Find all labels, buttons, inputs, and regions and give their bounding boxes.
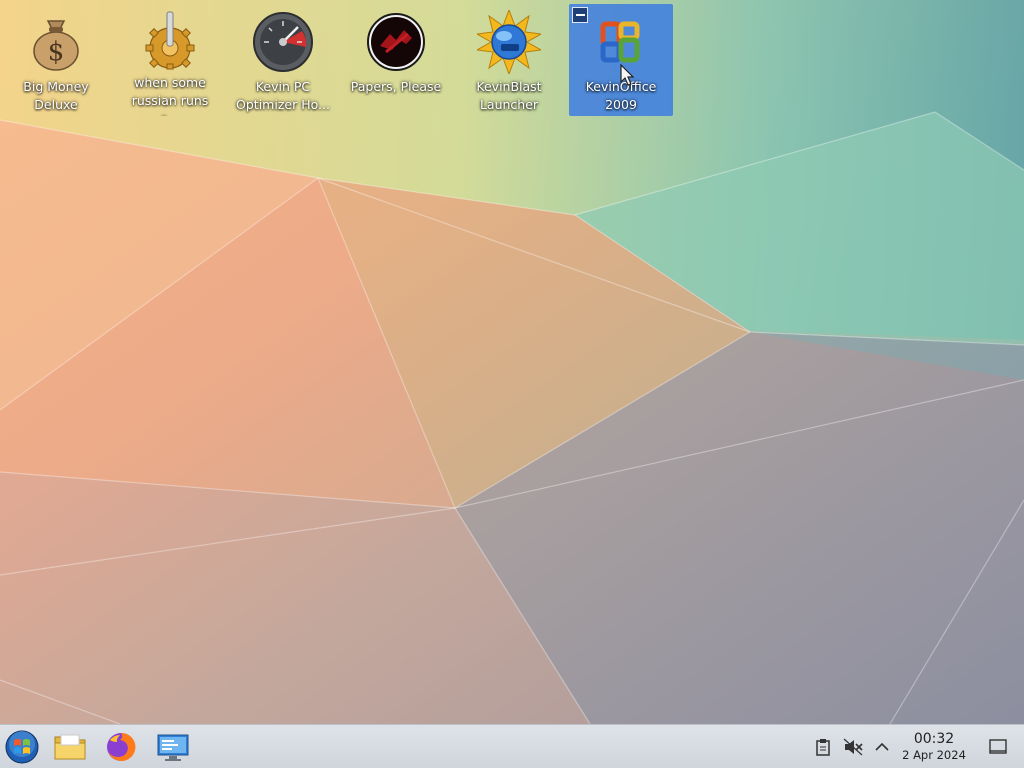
show-desktop-icon [989,739,1007,754]
clock-time: 00:32 [913,731,955,747]
system-settings-button[interactable] [155,729,191,765]
clock[interactable]: 00:32 2 Apr 2024 [894,731,974,763]
desktop-icon-label: Kevin PC Optimizer Ho... [236,79,330,112]
chevron-up-icon [875,742,889,751]
desktop-icon-label: KevinOffice 2009 [585,79,657,112]
folder-icon [54,734,86,760]
desktop-icon-kevinblast-launcher[interactable]: KevinBlast Launcher [457,4,561,116]
desktop[interactable]: $ Big Money Deluxe when some russian run… [0,0,1024,724]
clipboard-button[interactable] [811,735,835,759]
desktop-icon-kevin-pc-optimizer[interactable]: Kevin PC Optimizer Ho... [231,4,335,116]
tray-expander-button[interactable] [870,735,894,759]
desktop-icon-papers-please[interactable]: Papers, Please [344,4,448,116]
speedometer-icon [251,10,315,74]
file-manager-button[interactable] [52,729,88,765]
desktop-icon-kevinoffice-2009[interactable]: KevinOffice 2009 [569,4,673,116]
volume-button[interactable] [841,735,865,759]
windows-orb-icon [5,730,39,764]
clock-date: 2 Apr 2024 [902,748,966,762]
money-bag-icon: $ [24,10,88,74]
papers-please-icon [364,10,428,74]
clipboard-icon [816,739,830,756]
firefox-button[interactable] [103,729,139,765]
speaker-muted-icon [843,738,863,756]
sun-globe-icon [477,10,541,74]
selection-toggle-button[interactable] [572,7,588,23]
show-desktop-button[interactable] [986,735,1010,759]
desktop-icon-russian-runs[interactable]: when some russian runs a... [118,4,222,116]
desktop-icon-label: when some russian runs a... [131,75,209,116]
monitor-settings-icon [157,734,189,761]
desktop-icon-label: KevinBlast Launcher [476,79,542,112]
office-logo-icon [589,10,653,74]
joystick-gear-icon [138,10,202,70]
taskbar: 00:32 2 Apr 2024 [0,724,1024,768]
desktop-icon-label: Big Money Deluxe [23,79,89,112]
desktop-icon-big-money-deluxe[interactable]: $ Big Money Deluxe [4,4,108,116]
svg-text:$: $ [48,37,65,67]
firefox-icon [107,732,136,761]
desktop-icon-label: Papers, Please [350,79,442,94]
start-menu-button[interactable] [4,729,40,765]
